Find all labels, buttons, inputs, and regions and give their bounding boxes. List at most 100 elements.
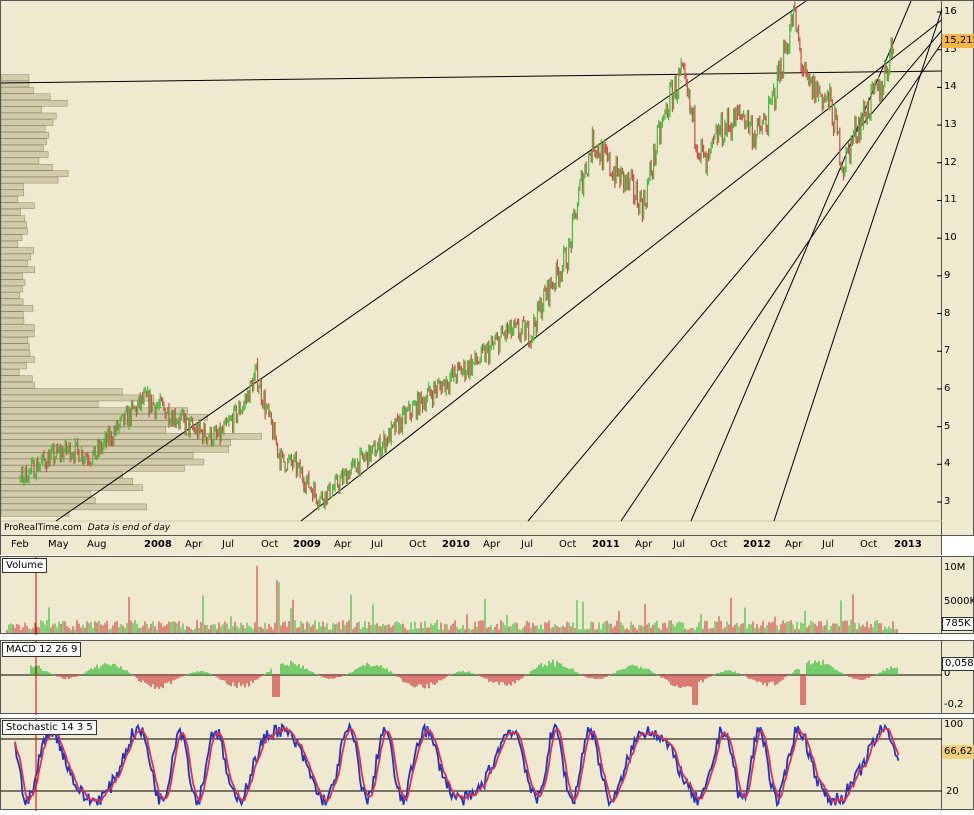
volume-profile-bar — [1, 298, 24, 306]
volume-profile-bar — [1, 497, 96, 504]
x-tick-label: Jul — [222, 539, 235, 550]
macd-title[interactable]: MACD 12 26 9 — [2, 642, 82, 657]
volume-profile-bar — [1, 362, 27, 370]
volume-profile-bar — [1, 228, 28, 235]
volume-profile-bar — [1, 112, 57, 120]
volume-profile-bar — [1, 119, 54, 126]
volume-panel[interactable]: Volume — [0, 556, 942, 635]
x-tick-label: Oct — [261, 539, 279, 550]
volume-profile-bar — [1, 189, 25, 197]
stochastic-y-axis: 100 20 — [942, 718, 974, 810]
volume-profile-bar — [1, 445, 229, 453]
brand-label: ProRealTime.com — [4, 523, 82, 533]
volume-profile-bar — [1, 221, 27, 229]
stochastic-tick-20: 20 — [946, 786, 959, 797]
trend-line — [55, 1, 807, 522]
volume-profile-bar — [1, 99, 68, 107]
volume-profile-bar — [1, 484, 143, 491]
volume-profile-bar — [1, 125, 46, 133]
volume-profile-bar — [1, 356, 35, 363]
x-tick-label: Apr — [785, 539, 803, 550]
x-tick-label: Aug — [87, 539, 107, 550]
volume-profile-bar — [1, 106, 42, 113]
data-note: Data is end of day — [87, 523, 171, 533]
volume-profile-bar — [1, 253, 32, 261]
x-tick-label: Apr — [185, 539, 203, 550]
volume-profile-bar — [1, 202, 35, 209]
price-tick-label: 10 — [944, 232, 957, 244]
volume-profile-bar — [1, 401, 99, 408]
x-tick-label: Oct — [559, 539, 577, 550]
price-chart-panel[interactable]: ProRealTime.com Data is end of day — [0, 0, 943, 536]
volume-last-value: 785K — [942, 617, 974, 631]
volume-tick-10m: 10M — [944, 562, 966, 573]
macd-last-value: 0,058 — [942, 657, 974, 671]
volume-profile-bar — [1, 439, 231, 447]
stochastic-panel[interactable]: Stochastic 14 3 5 — [0, 718, 943, 811]
stochastic-k-line — [14, 721, 900, 808]
price-chart — [1, 1, 943, 522]
price-tick-label: 4 — [944, 458, 951, 470]
volume-bars — [6, 565, 898, 633]
volume-profile-bar — [1, 426, 167, 434]
stochastic-params: 14 3 5 — [60, 722, 93, 733]
macd-params: 12 26 9 — [39, 644, 78, 655]
x-tick-label: 2008 — [144, 539, 172, 550]
credit-line: ProRealTime.com Data is end of day — [4, 523, 170, 533]
x-tick-label: Oct — [860, 539, 878, 550]
x-tick-label: 2011 — [592, 539, 620, 550]
volume-profile-bar — [1, 349, 31, 357]
price-tick-label: 5 — [944, 420, 951, 432]
volume-profile-bar — [1, 93, 51, 101]
x-tick-label: Apr — [483, 539, 501, 550]
volume-profile-bar — [1, 247, 34, 254]
trend-line — [300, 18, 943, 522]
stochastic-title[interactable]: Stochastic 14 3 5 — [2, 720, 97, 735]
x-tick-label: Oct — [409, 539, 427, 550]
volume-profile-bar — [1, 240, 19, 248]
volume-chart — [6, 557, 898, 635]
volume-profile-bar — [1, 208, 21, 216]
stochastic-chart — [1, 719, 943, 811]
volume-profile-bar — [1, 369, 20, 376]
volume-profile-bar — [1, 433, 262, 440]
volume-profile-bar — [1, 138, 47, 145]
macd-histogram — [30, 659, 898, 705]
x-tick-label: May — [48, 539, 69, 550]
x-tick-label: 2013 — [894, 539, 922, 550]
volume-profile-bar — [1, 157, 40, 165]
volume-profile-bar — [1, 266, 36, 274]
x-tick-label: 2012 — [743, 539, 771, 550]
macd-tick-neg02: -0,2 — [944, 699, 964, 710]
volume-profile-bar — [1, 375, 33, 382]
x-tick-label: Apr — [635, 539, 653, 550]
volume-profile-bar — [1, 381, 35, 389]
volume-profile-bar — [1, 407, 188, 415]
macd-panel[interactable]: MACD 12 26 9 — [0, 640, 943, 715]
macd-y-axis: 0 -0,2 — [942, 640, 974, 714]
price-tick-label: 8 — [944, 307, 951, 319]
volume-profile-bar — [1, 394, 155, 402]
last-price-tag: 15,215 — [942, 33, 974, 48]
volume-profile-bar — [1, 74, 30, 81]
volume-profile-bar — [1, 132, 50, 139]
volume-profile-bar — [1, 388, 123, 395]
volume-profile-bar — [1, 272, 23, 280]
x-tick-label: Feb — [11, 539, 29, 550]
x-tick-label: Jul — [521, 539, 534, 550]
price-tick-label: 13 — [944, 119, 957, 131]
x-tick-label: Apr — [334, 539, 352, 550]
volume-profile-bar — [1, 285, 23, 293]
volume-profile-bar — [1, 343, 30, 350]
volume-profile-bar — [1, 292, 20, 299]
volume-profile-bar — [1, 215, 26, 222]
trend-line — [1, 70, 943, 84]
volume-profile-bar — [1, 420, 177, 427]
volume-profile-bar — [1, 490, 92, 498]
stochastic-last-value: 66,623 — [942, 745, 974, 759]
volume-profile-bar — [1, 176, 59, 184]
volume-profile-bar — [1, 80, 30, 88]
price-tick-label: 14 — [944, 81, 957, 93]
x-tick-label: Jul — [822, 539, 835, 550]
volume-title[interactable]: Volume — [2, 558, 48, 573]
